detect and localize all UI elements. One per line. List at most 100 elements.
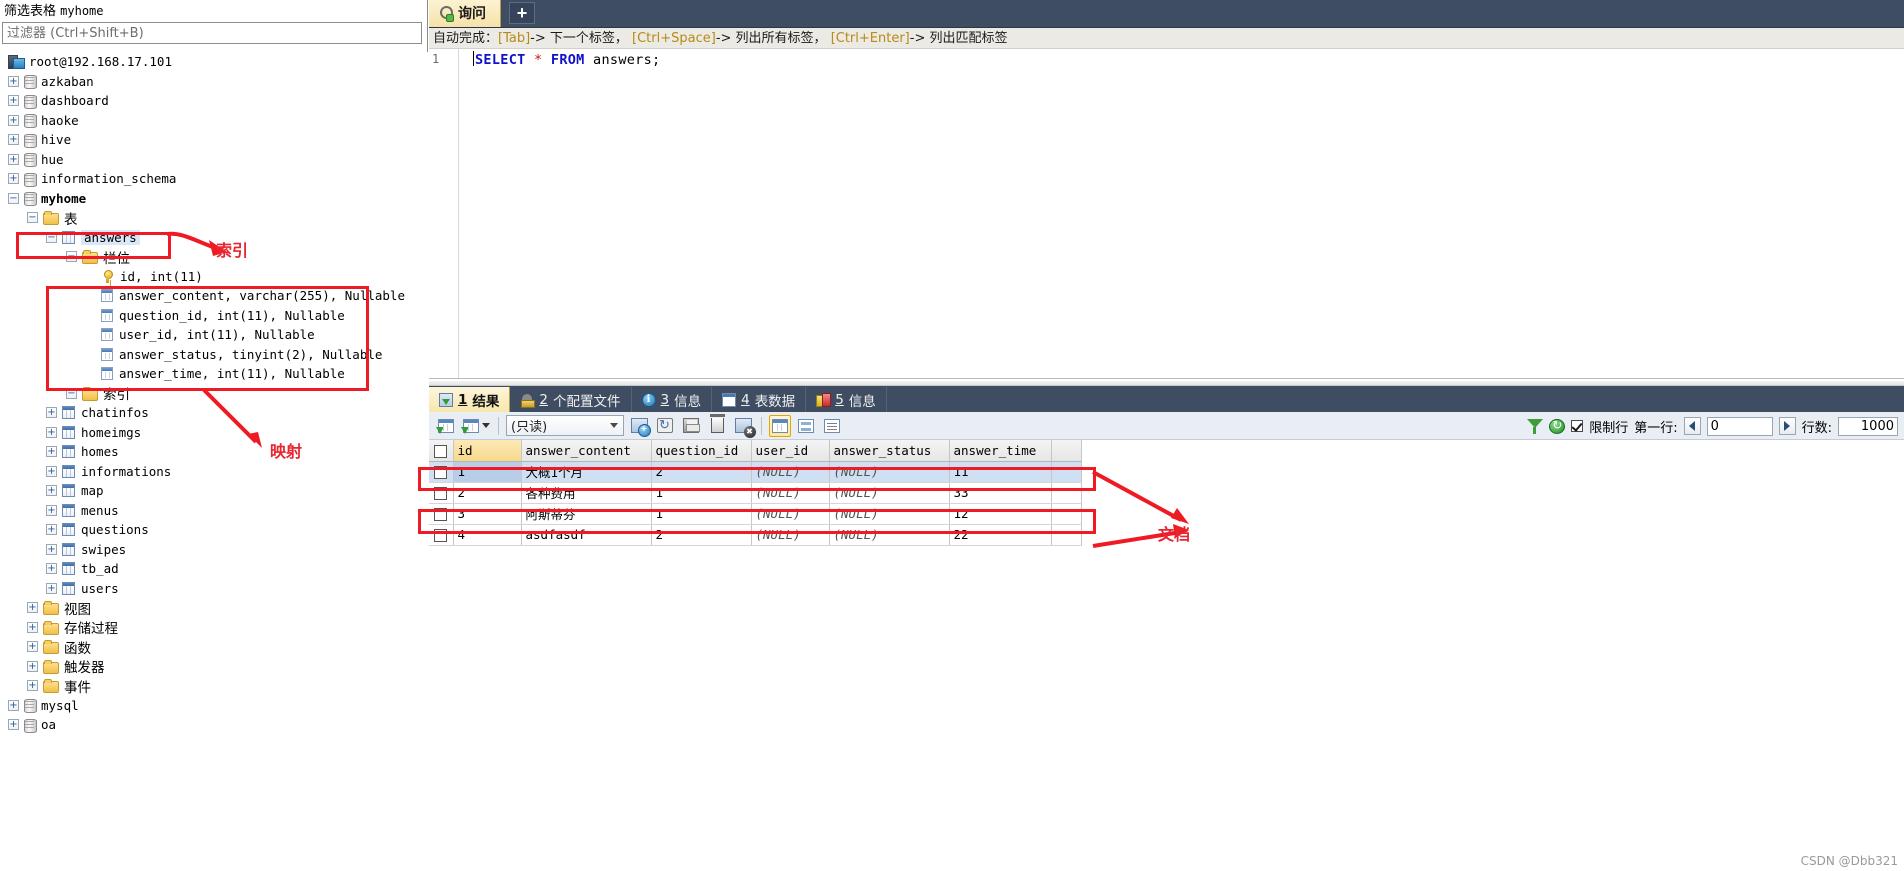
tree-node-column[interactable]: user_id, int(11), Nullable <box>0 325 428 345</box>
expand-plus-icon[interactable]: + <box>8 173 19 185</box>
tree-node-column[interactable]: answer_time, int(11), Nullable <box>0 364 428 384</box>
tree-node-table[interactable]: + chatinfos <box>0 403 428 423</box>
collapse-minus-icon[interactable]: − <box>27 212 38 224</box>
collapse-minus-icon[interactable]: − <box>8 192 19 204</box>
row-select-cell[interactable] <box>429 503 454 525</box>
expand-plus-icon[interactable]: + <box>27 602 38 614</box>
row-select-cell[interactable] <box>429 482 454 504</box>
tree-node-table[interactable]: + map <box>0 481 428 501</box>
tree-node-database[interactable]: + hue <box>0 150 428 170</box>
database-tree[interactable]: root@192.168.17.101 + azkaban + dashboar… <box>0 52 428 871</box>
row-select-cell[interactable] <box>429 524 454 546</box>
tree-node-database[interactable]: + oa <box>0 715 428 735</box>
tab-info2[interactable]: 5 信息 <box>806 387 887 412</box>
tree-node-column[interactable]: answer_status, tinyint(2), Nullable <box>0 345 428 365</box>
expand-plus-icon[interactable]: + <box>8 719 19 731</box>
expand-plus-icon[interactable]: + <box>46 504 57 516</box>
cell-answer-time[interactable]: 33 <box>949 482 1052 504</box>
tree-node-table[interactable]: + homeimgs <box>0 423 428 443</box>
tab-profile[interactable]: 2 个配置文件 <box>510 387 632 412</box>
filter-icon[interactable] <box>1527 418 1544 434</box>
column-header-id[interactable]: id <box>453 440 522 462</box>
cell-answer-content[interactable]: 各种费用 <box>521 482 652 504</box>
collapse-minus-icon[interactable]: − <box>46 231 57 243</box>
expand-plus-icon[interactable]: + <box>27 680 38 692</box>
table-row[interactable]: 4 asdfasdf 2 (NULL) (NULL) 22 <box>429 524 1082 546</box>
tree-node-column-pk[interactable]: id, int(11) <box>0 267 428 287</box>
row-checkbox[interactable] <box>434 508 448 521</box>
readonly-mode-select[interactable]: (只读) <box>506 415 624 436</box>
expand-plus-icon[interactable]: + <box>46 524 57 536</box>
row-checkbox[interactable] <box>434 466 448 479</box>
expand-plus-icon[interactable]: + <box>8 114 19 126</box>
table-row[interactable]: 2 各种费用 1 (NULL) (NULL) 33 <box>429 482 1082 504</box>
tree-node-table[interactable]: + users <box>0 579 428 599</box>
tree-node-database[interactable]: + dashboard <box>0 91 428 111</box>
filter-input[interactable] <box>2 22 422 44</box>
expand-plus-icon[interactable]: + <box>27 621 38 633</box>
cell-question-id[interactable]: 2 <box>651 461 752 483</box>
apply-changes-button[interactable] <box>654 415 676 437</box>
cell-answer-content[interactable]: 大概1个月 <box>521 461 652 483</box>
expand-plus-icon[interactable]: + <box>27 641 38 653</box>
column-header-user-id[interactable]: user_id <box>751 440 830 462</box>
first-row-input[interactable]: 0 <box>1706 416 1773 436</box>
column-header-answer-content[interactable]: answer_content <box>521 440 652 462</box>
tree-node-indexes-folder[interactable]: − 索引 <box>0 384 428 403</box>
cell-answer-content[interactable]: 阿斯蒂芬 <box>521 503 652 525</box>
tree-node-table[interactable]: + questions <box>0 520 428 540</box>
tree-node-database[interactable]: + haoke <box>0 111 428 131</box>
table-row[interactable]: 3 阿斯蒂芬 1 (NULL) (NULL) 12 <box>429 503 1082 525</box>
collapse-minus-icon[interactable]: − <box>66 251 77 263</box>
cell-answer-content[interactable]: asdfasdf <box>521 524 652 546</box>
collapse-minus-icon[interactable]: − <box>66 387 77 399</box>
tree-node-table[interactable]: + swipes <box>0 540 428 560</box>
form-view-button[interactable] <box>795 415 817 437</box>
expand-plus-icon[interactable]: + <box>8 95 19 107</box>
cell-answer-status[interactable]: (NULL) <box>829 461 950 483</box>
select-all-checkbox[interactable] <box>434 444 448 458</box>
rows-count-input[interactable]: 1000 <box>1838 416 1898 436</box>
expand-plus-icon[interactable]: + <box>8 134 19 146</box>
column-header-answer-status[interactable]: answer_status <box>829 440 950 462</box>
cell-question-id[interactable]: 1 <box>651 503 752 525</box>
tree-node-database[interactable]: + azkaban <box>0 72 428 92</box>
expand-plus-icon[interactable]: + <box>8 153 19 165</box>
tree-node-tables-folder[interactable]: − 表 <box>0 208 428 228</box>
tree-node-table[interactable]: + informations <box>0 462 428 482</box>
tree-node-triggers-folder[interactable]: + 触发器 <box>0 657 428 676</box>
expand-plus-icon[interactable]: + <box>27 660 38 672</box>
tab-result[interactable]: 1 结果 <box>429 387 511 412</box>
column-header-answer-time[interactable]: answer_time <box>949 440 1052 462</box>
tab-query[interactable]: 询问 <box>429 0 501 27</box>
cell-id[interactable]: 3 <box>453 503 522 525</box>
tree-node-column[interactable]: question_id, int(11), Nullable <box>0 306 428 326</box>
expand-plus-icon[interactable]: + <box>46 582 57 594</box>
limit-rows-checkbox[interactable] <box>1571 420 1584 432</box>
add-query-tab-button[interactable]: + <box>509 2 535 24</box>
tree-node-columns-folder[interactable]: − 栏位 <box>0 247 428 267</box>
tree-node-database[interactable]: + information_schema <box>0 169 428 189</box>
column-header-question-id[interactable]: question_id <box>651 440 752 462</box>
expand-plus-icon[interactable]: + <box>46 407 57 419</box>
cancel-record-button[interactable] <box>732 415 756 438</box>
expand-plus-icon[interactable]: + <box>46 485 57 497</box>
tree-node-views-folder[interactable]: + 视图 <box>0 598 428 618</box>
cell-id[interactable]: 4 <box>453 524 522 546</box>
select-all-header[interactable] <box>429 440 454 462</box>
table-row[interactable]: 1 大概1个月 2 (NULL) (NULL) 11 <box>429 461 1082 483</box>
delete-record-button[interactable] <box>706 414 728 437</box>
add-record-button[interactable] <box>628 415 651 437</box>
tree-node-database-myhome[interactable]: − myhome <box>0 189 428 209</box>
row-checkbox[interactable] <box>434 487 448 500</box>
cell-answer-status[interactable]: (NULL) <box>829 524 950 546</box>
previous-page-button[interactable] <box>1683 417 1701 435</box>
tree-node-table[interactable]: + homes <box>0 442 428 462</box>
tree-node-procedures-folder[interactable]: + 存储过程 <box>0 618 428 637</box>
sql-editor[interactable]: 1 SELECT * FROM answers; <box>429 49 1904 379</box>
save-record-button[interactable] <box>680 415 702 437</box>
cell-user-id[interactable]: (NULL) <box>751 482 830 504</box>
expand-plus-icon[interactable]: + <box>46 465 57 477</box>
grid-view-button[interactable] <box>769 414 791 437</box>
cell-answer-time[interactable]: 22 <box>949 524 1052 546</box>
